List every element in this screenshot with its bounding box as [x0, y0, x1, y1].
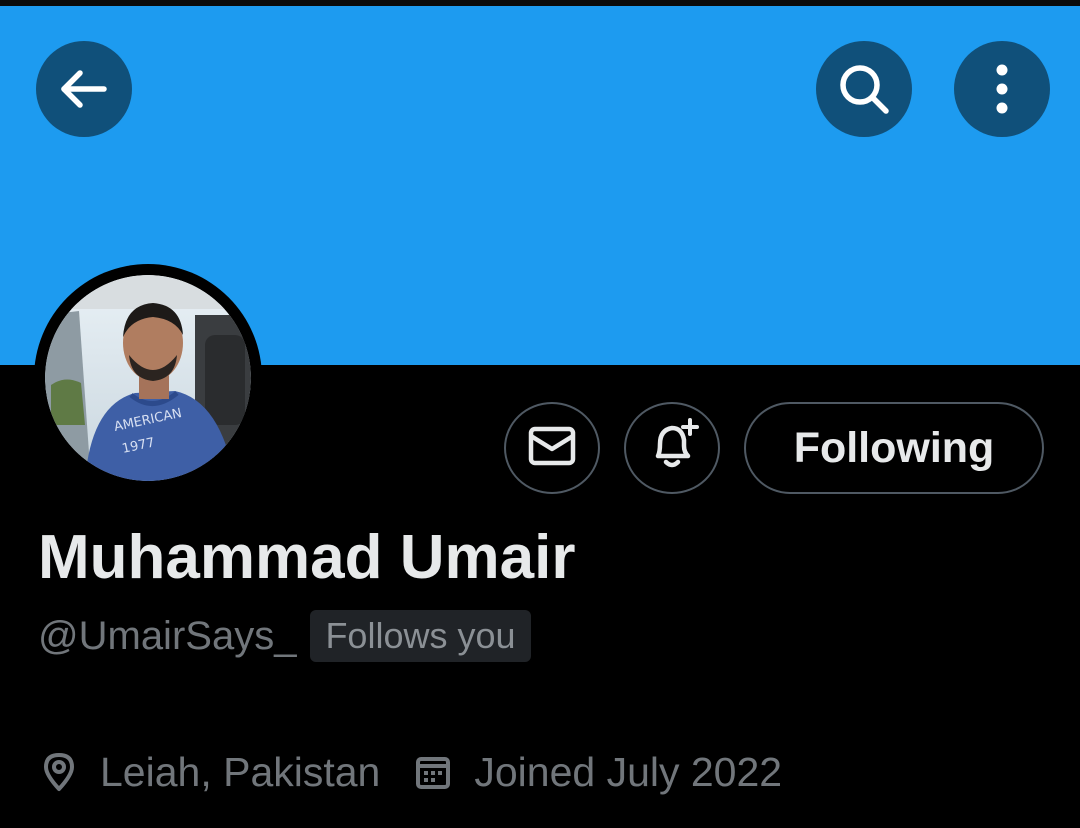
message-button[interactable] — [504, 402, 600, 494]
search-button[interactable] — [816, 41, 912, 137]
arrow-left-icon — [56, 61, 112, 117]
notifications-button[interactable] — [624, 402, 720, 494]
location-item: Leiah, Pakistan — [40, 749, 380, 796]
user-handle: @UmairSays_ — [38, 613, 297, 658]
joined-text: Joined July 2022 — [474, 748, 783, 795]
follows-you-badge: Follows you — [310, 610, 531, 662]
bell-plus-icon — [642, 416, 702, 481]
profile-meta: Leiah, Pakistan Joined July 2022 — [40, 740, 782, 804]
following-label: Following — [793, 423, 995, 472]
following-button[interactable]: Following — [744, 402, 1044, 494]
avatar-image: AMERICAN 1977 — [45, 275, 251, 481]
handle-row: @UmairSays_ Follows you — [38, 610, 531, 662]
location-text: Leiah, Pakistan — [100, 748, 381, 795]
avatar[interactable]: AMERICAN 1977 — [34, 264, 262, 492]
joined-item: Joined July 2022 — [414, 749, 782, 796]
profile-page: AMERICAN 1977 Following Muhammad Umair @… — [0, 0, 1080, 828]
location-pin-icon — [40, 751, 78, 793]
display-name: Muhammad Umair — [38, 523, 576, 592]
back-button[interactable] — [36, 41, 132, 137]
envelope-icon — [527, 424, 577, 473]
more-options-button[interactable] — [954, 41, 1050, 137]
calendar-icon — [414, 753, 452, 791]
more-vertical-icon — [992, 59, 1012, 119]
search-icon — [834, 59, 894, 119]
